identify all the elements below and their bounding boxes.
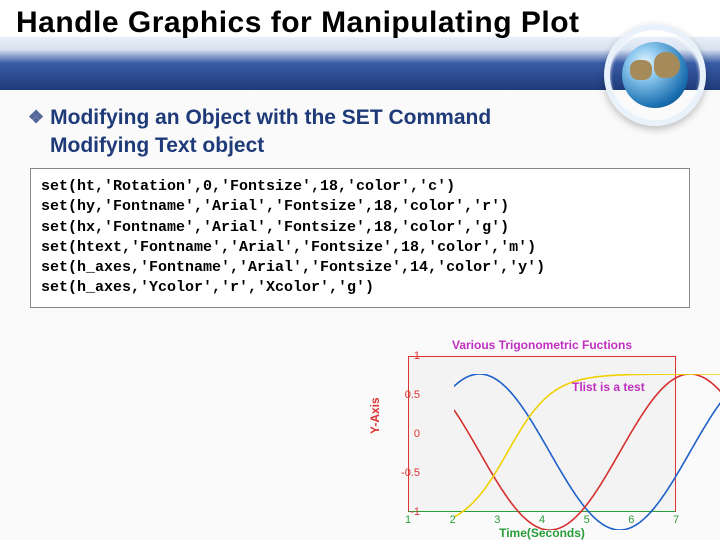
section-heading-text: Modifying an Object with the SET Command xyxy=(50,106,491,129)
x-tick: 6 xyxy=(628,514,634,526)
x-tick: 4 xyxy=(539,514,545,526)
x-tick: 2 xyxy=(450,514,456,526)
y-tick: -1 xyxy=(410,506,420,518)
code-block: set(ht,'Rotation',0,'Fontsize',18,'color… xyxy=(30,168,690,308)
title-band: Handle Graphics for Manipulating Plot xyxy=(0,0,720,90)
sub-heading: Modifying Text object xyxy=(50,134,692,158)
y-tick: 1 xyxy=(414,350,420,362)
chart-annotation: Tlist is a test xyxy=(572,380,645,394)
x-tick: 1 xyxy=(405,514,411,526)
diamond-bullet-icon: ❖ xyxy=(28,107,44,127)
chart-title: Various Trigonometric Fuctions xyxy=(408,338,676,352)
x-axis-label: Time(Seconds) xyxy=(408,526,676,540)
y-tick: 0 xyxy=(414,428,420,440)
x-tick: 3 xyxy=(494,514,500,526)
x-tick: 7 xyxy=(673,514,679,526)
y-tick: -0.5 xyxy=(401,467,420,479)
chart-figure: Various Trigonometric Fuctions Tlist is … xyxy=(362,338,692,538)
section-heading: ❖ Modifying an Object with the SET Comman… xyxy=(28,106,692,130)
globe-icon xyxy=(600,20,710,130)
x-tick: 5 xyxy=(584,514,590,526)
y-tick: 0.5 xyxy=(405,389,420,401)
y-axis-label: Y-Axis xyxy=(368,397,382,434)
chart-lines xyxy=(454,374,720,530)
